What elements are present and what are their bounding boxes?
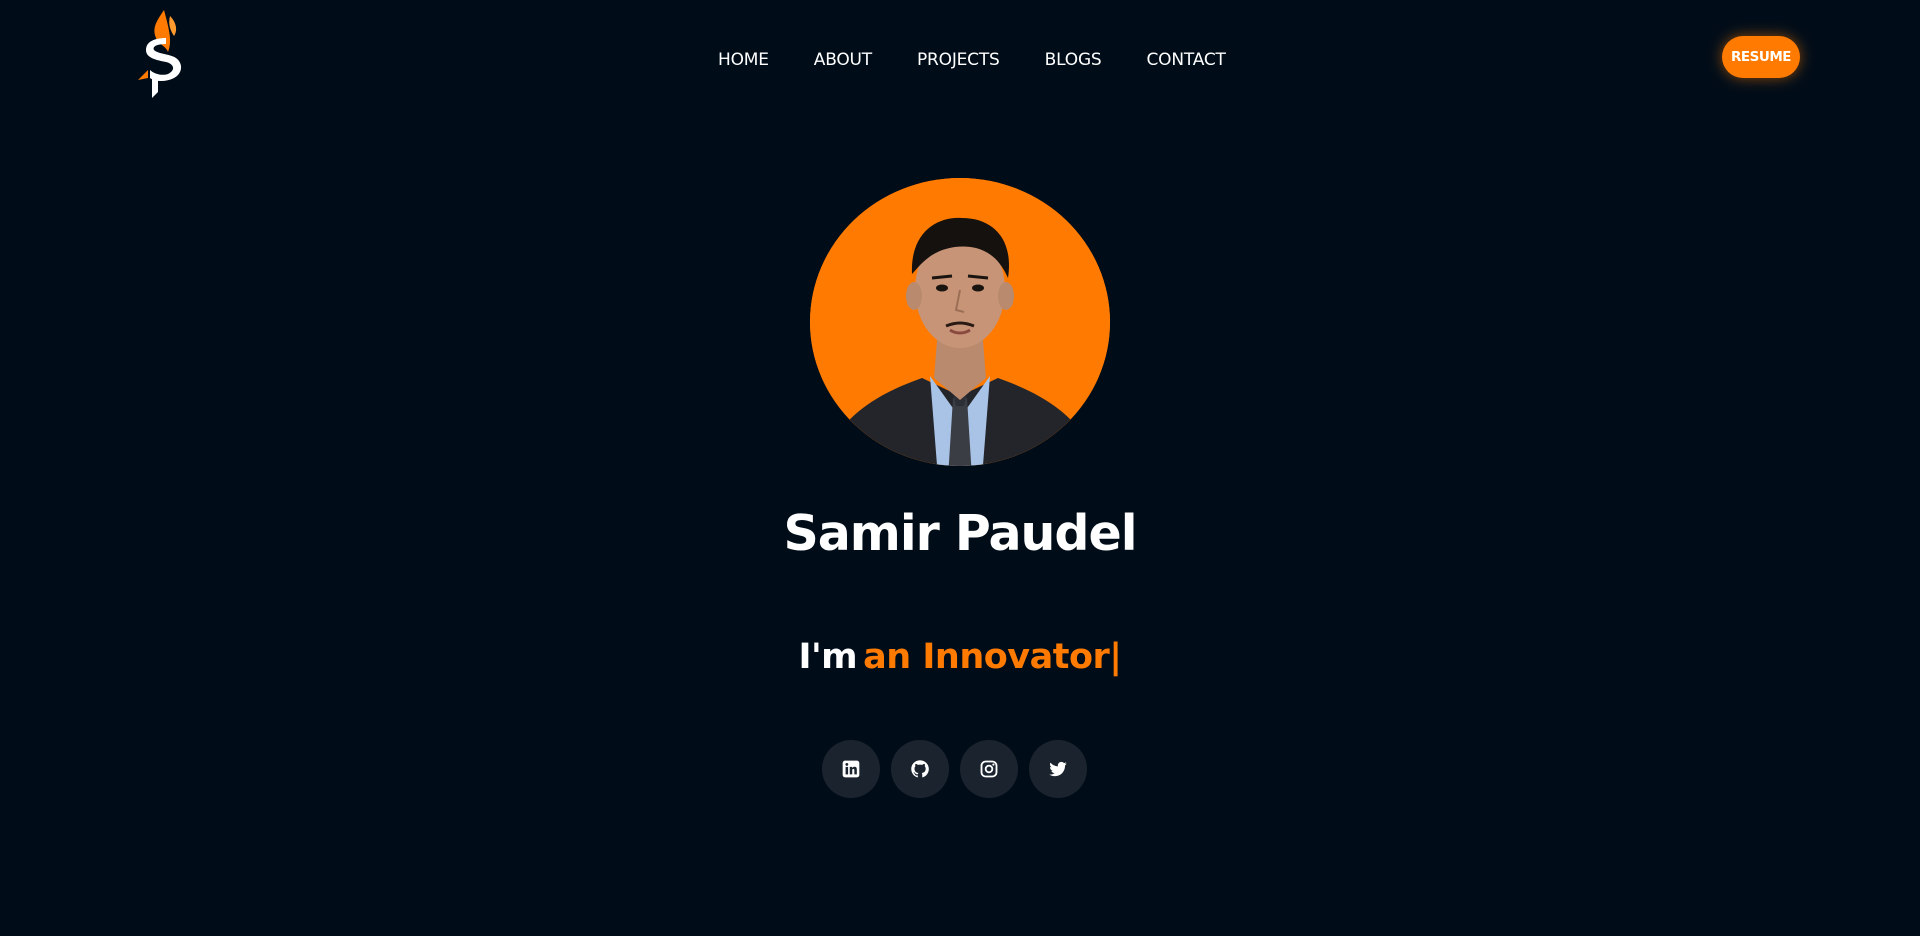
instagram-icon: [980, 760, 998, 778]
portfolio-page: HOME ABOUT PROJECTS BLOGS CONTACT RESUME: [0, 0, 1920, 936]
resume-button[interactable]: RESUME: [1722, 36, 1800, 78]
hero-tagline: I'm an Innovator|: [0, 632, 1920, 682]
tagline-role: an Innovator: [863, 637, 1110, 677]
nav-about[interactable]: ABOUT: [814, 48, 872, 72]
typing-cursor: |: [1109, 637, 1122, 677]
tagline-prefix: I'm: [798, 637, 858, 677]
linkedin-icon: [842, 760, 860, 778]
portrait-icon: [810, 178, 1110, 466]
twitter-button[interactable]: [1029, 740, 1087, 798]
main-nav: HOME ABOUT PROJECTS BLOGS CONTACT: [718, 48, 1226, 72]
hero-name: Samir Paudel: [783, 505, 1137, 562]
twitter-icon: [1049, 761, 1067, 777]
nav-contact[interactable]: CONTACT: [1147, 48, 1226, 72]
github-button[interactable]: [891, 740, 949, 798]
profile-photo: [810, 178, 1110, 466]
logo-graphic: [138, 10, 182, 98]
linkedin-button[interactable]: [822, 740, 880, 798]
nav-blogs[interactable]: BLOGS: [1045, 48, 1102, 72]
instagram-button[interactable]: [960, 740, 1018, 798]
nav-projects[interactable]: PROJECTS: [917, 48, 1000, 72]
github-icon: [911, 760, 929, 778]
nav-home[interactable]: HOME: [718, 48, 769, 72]
social-links: [822, 740, 1087, 798]
